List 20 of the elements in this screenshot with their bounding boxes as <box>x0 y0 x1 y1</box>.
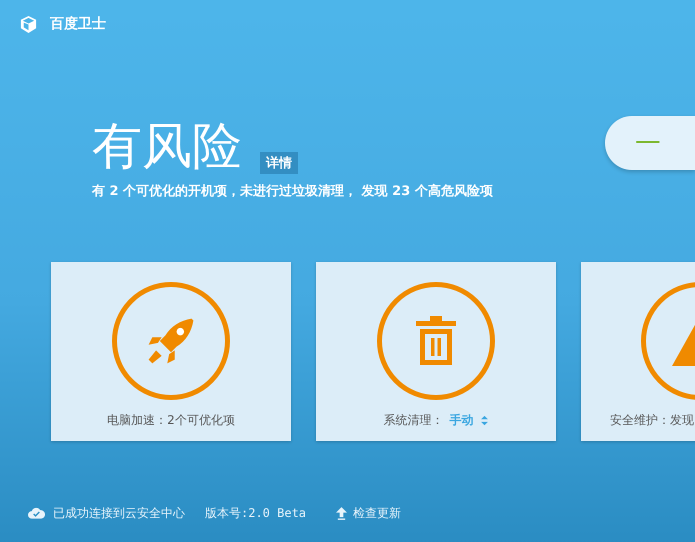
status-summary: 有 2 个可优化的开机项，未进行过垃圾清理， 发现 23 个高危风险项 <box>92 182 493 200</box>
trash-icon <box>414 315 458 367</box>
details-link[interactable]: 详情 <box>260 152 298 174</box>
feature-card[interactable]: 电脑加速：2个可优化项 <box>51 262 291 441</box>
card-label: 电脑加速：2个可优化项 <box>107 412 235 429</box>
upload-arrow-icon[interactable] <box>336 506 348 520</box>
version-label: 版本号:2.0 Beta <box>205 504 306 522</box>
window-title: 百度卫士 <box>50 15 106 33</box>
feature-card[interactable]: 安全维护：发现 <box>581 262 695 441</box>
connection-status: 已成功连接到云安全中心 <box>53 504 185 522</box>
status-headline: 有风险 <box>92 116 242 176</box>
mode-dropdown[interactable]: 手动 <box>450 412 474 429</box>
card-label: 系统清理： <box>384 412 444 429</box>
shield-cube-icon <box>19 14 38 34</box>
card-label: 安全维护：发现 <box>610 412 694 429</box>
check-update-link[interactable]: 检查更新 <box>353 504 402 522</box>
action-button[interactable]: 一 <box>605 116 695 170</box>
up-down-arrow-icon[interactable] <box>480 414 488 426</box>
feature-card[interactable]: 系统清理： 手动 <box>316 262 556 441</box>
cloud-check-icon <box>28 507 45 519</box>
